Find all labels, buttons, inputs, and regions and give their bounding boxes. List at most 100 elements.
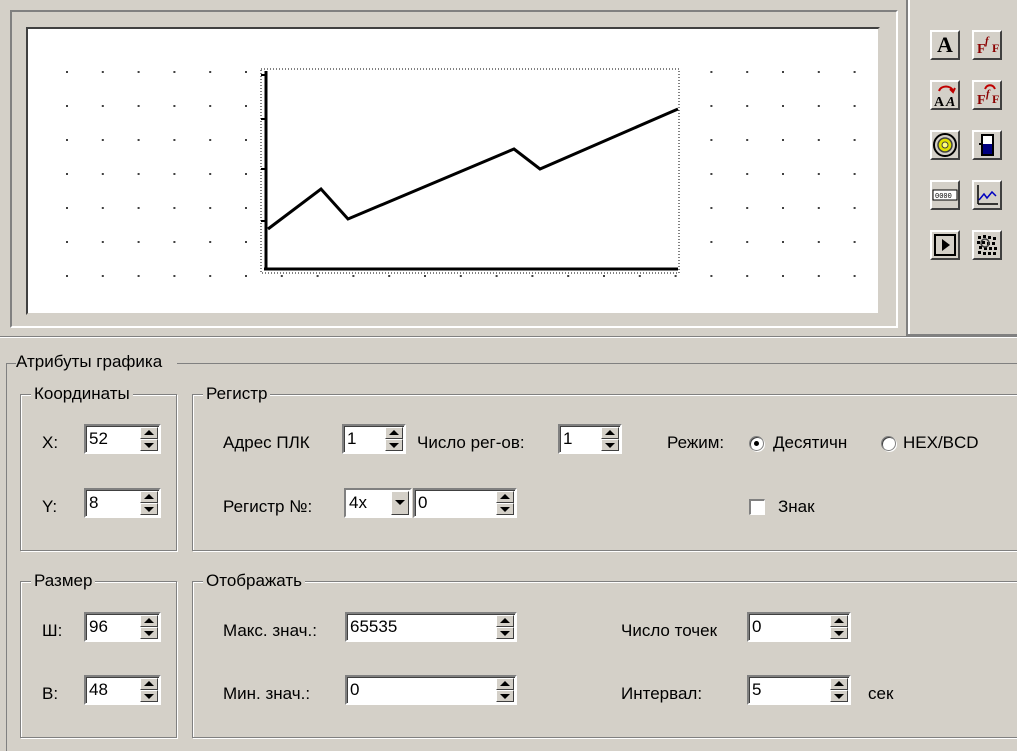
y-spin[interactable]: 8 [84, 488, 161, 518]
plc-address-spin-down[interactable] [385, 439, 403, 451]
attributes-title: Атрибуты графика [16, 352, 163, 371]
plc-address-spin[interactable]: 1 [342, 424, 406, 454]
grid-dot [746, 71, 749, 73]
width-value: 96 [89, 617, 108, 636]
text-swap-tool-icon[interactable]: AA [930, 80, 960, 110]
x-spin-up[interactable] [140, 427, 158, 439]
font-tool-icon[interactable]: FfF [972, 30, 1002, 60]
width-spin-down[interactable] [140, 627, 158, 639]
interval-spin-up[interactable] [830, 678, 848, 690]
interval-unit: сек [868, 684, 894, 703]
height-spin[interactable]: 48 [84, 675, 161, 705]
mode-hex-label[interactable]: HEX/BCD [903, 433, 979, 453]
grid-dot [782, 241, 784, 243]
grid-dot [245, 241, 247, 243]
coordinates-title: Координаты [31, 384, 133, 404]
grid-dot [746, 173, 749, 175]
register-num-spin-down[interactable] [496, 503, 514, 515]
grid-dot [603, 275, 605, 277]
grid-dot [173, 275, 176, 277]
mode-decimal-label[interactable]: Десятичн [773, 433, 847, 453]
display-tool-icon[interactable]: 0000 [930, 180, 960, 210]
mode-decimal-radio[interactable] [749, 436, 764, 451]
max-value-spin-up[interactable] [496, 615, 514, 627]
grid-dot [853, 105, 856, 107]
chart-widget-frame[interactable] [260, 68, 680, 274]
max-value-spin[interactable]: 65535 [345, 612, 517, 642]
grid-dot [209, 207, 212, 209]
grid-dot [209, 71, 212, 73]
svg-text:F: F [992, 92, 999, 106]
register-type-select[interactable]: 4x [344, 488, 412, 518]
width-spin[interactable]: 96 [84, 612, 161, 642]
grid-dot [424, 275, 426, 277]
y-spin-down[interactable] [140, 503, 158, 515]
points-count-spin-down[interactable] [830, 627, 848, 639]
register-num-spin[interactable]: 0 [413, 488, 517, 518]
grid-dot [245, 173, 247, 175]
height-spin-up[interactable] [140, 678, 158, 690]
size-title: Размер [31, 571, 96, 591]
chart-tool-icon[interactable] [972, 180, 1002, 210]
grid-dot [209, 173, 212, 175]
panel-divider [0, 336, 1017, 338]
points-count-spin[interactable]: 0 [747, 612, 851, 642]
grid-dot [137, 275, 140, 277]
grid-dot [137, 207, 140, 209]
width-label: Ш: [42, 621, 63, 640]
min-value-spin[interactable]: 0 [345, 675, 517, 705]
reg-count-spin[interactable]: 1 [558, 424, 622, 454]
max-value-spin-down[interactable] [496, 627, 514, 639]
grid-dot [209, 275, 212, 277]
grid-dot [209, 139, 212, 141]
max-value-label: Макс. знач.: [223, 621, 317, 640]
reg-count-spin-up[interactable] [601, 427, 619, 439]
min-value-spin-up[interactable] [496, 678, 514, 690]
x-spin-down[interactable] [140, 439, 158, 451]
register-num-label: Регистр №: [223, 497, 313, 516]
grid-dot [853, 71, 856, 73]
y-value: 8 [89, 493, 99, 512]
width-spin-up[interactable] [140, 615, 158, 627]
points-count-spin-up[interactable] [830, 615, 848, 627]
coordinates-group: Координаты [20, 384, 177, 551]
grid-dot [782, 71, 784, 73]
grid-dot [567, 275, 570, 277]
interval-spin-down[interactable] [830, 690, 848, 702]
svg-text:0000: 0000 [935, 193, 952, 201]
font-swap-tool-icon[interactable]: FfF [972, 80, 1002, 110]
grid-dot [531, 275, 534, 277]
interval-label: Интервал: [621, 684, 703, 703]
y-spin-up[interactable] [140, 491, 158, 503]
grid-dot [245, 207, 247, 209]
grid-dot [782, 207, 784, 209]
plc-address-spin-up[interactable] [385, 427, 403, 439]
lamp-tool-icon[interactable] [930, 130, 960, 160]
grid-dot [459, 275, 462, 277]
svg-text:A: A [934, 95, 945, 108]
interval-spin[interactable]: 5 [747, 675, 851, 705]
height-spin-down[interactable] [140, 690, 158, 702]
grid-dot [853, 241, 856, 243]
x-spin[interactable]: 52 [84, 424, 161, 454]
min-value-spin-down[interactable] [496, 690, 514, 702]
register-tool-icon[interactable] [972, 130, 1002, 160]
y-label: Y: [42, 497, 58, 516]
grid-dot [746, 139, 749, 141]
grid-dot [101, 275, 104, 277]
sign-label[interactable]: Знак [778, 497, 815, 517]
grid-dot [710, 71, 713, 73]
play-tool-icon[interactable] [930, 230, 960, 260]
text-tool-icon[interactable]: A [930, 30, 960, 60]
register-num-spin-up[interactable] [496, 491, 514, 503]
preview-canvas[interactable] [26, 27, 880, 315]
sign-checkbox[interactable] [749, 499, 765, 515]
register-type-dropdown-icon[interactable] [391, 491, 409, 515]
grid-dot [173, 173, 176, 175]
mode-hex-radio[interactable] [881, 436, 896, 451]
reg-count-spin-down[interactable] [601, 439, 619, 451]
grid-dot [66, 71, 68, 73]
misc-tool-icon[interactable] [972, 230, 1002, 260]
grid-dot [853, 275, 856, 277]
grid-dot [209, 105, 212, 107]
